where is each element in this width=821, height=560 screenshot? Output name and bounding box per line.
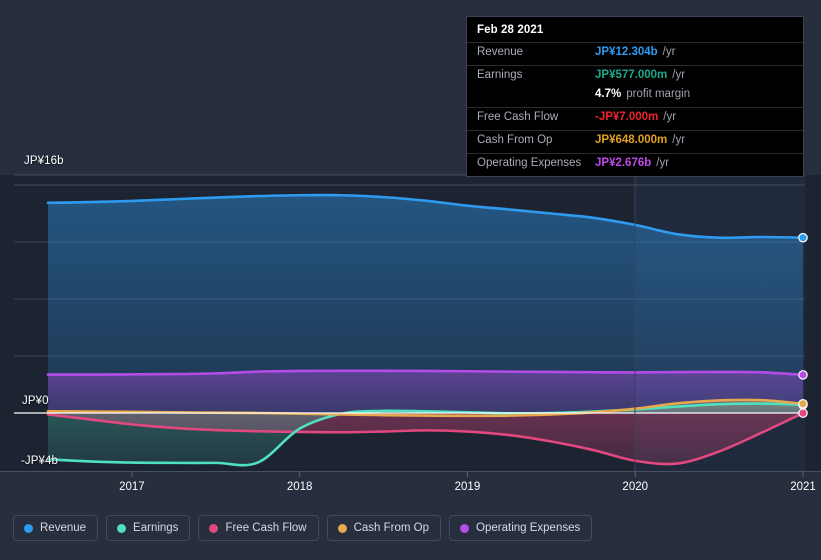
legend-item-label: Operating Expenses — [476, 522, 581, 534]
x-axis-tick-label: 2021 — [790, 481, 816, 493]
y-axis-label-zero: JP¥0 — [22, 395, 49, 407]
tooltip-row-label: Earnings — [477, 69, 523, 81]
series-endpoint-marker — [798, 232, 808, 243]
legend-color-dot-icon — [337, 523, 347, 533]
tooltip-rows: Revenue JP¥12.304b/yr Earnings JP¥577.000m /… — [467, 42, 803, 176]
x-axis-tick-label: 2018 — [286, 481, 313, 493]
legend-item-operating-expenses[interactable]: Operating Expenses — [449, 515, 593, 541]
legend-color-dot-icon — [117, 523, 127, 533]
tooltip-title: Feb 28 2021 — [477, 24, 544, 36]
tooltip-row-value: JP¥12.304b/yr — [595, 46, 676, 58]
y-axis-label-top: JP¥16b — [24, 155, 64, 167]
series-endpoint-marker — [798, 370, 808, 380]
tooltip-row-unit: /yr — [663, 111, 677, 123]
series-endpoint-marker — [798, 408, 808, 418]
x-axis-labels: 2017 2018 2019 2020 2021 — [0, 481, 821, 497]
legend-item-revenue[interactable]: Revenue — [13, 515, 99, 541]
legend-color-dot-icon — [24, 523, 33, 533]
legend-color-dot-icon — [209, 523, 219, 533]
legend-item-cash-from-op[interactable]: Cash From Op — [326, 515, 442, 541]
chart-screen: JP¥16b JP¥0 -JP¥4b 2017 2018 2019 2020 2021 … — [0, 0, 821, 560]
tooltip-row-label: Cash From Op — [477, 134, 553, 146]
legend-item-label: Revenue — [40, 522, 87, 534]
tooltip-row-label: Revenue — [477, 46, 524, 58]
legend-color-dot-icon — [460, 523, 470, 533]
tooltip-row: Revenue JP¥12.304b/yr — [467, 42, 803, 65]
tooltip-row-unit: /yr — [656, 157, 670, 169]
tooltip-row: 4.7% profit margin — [467, 88, 803, 107]
tooltip-row: Earnings JP¥577.000m/yr — [467, 65, 803, 88]
legend-item-label: Cash From Op — [353, 522, 430, 534]
tooltip-row-value: JP¥2.676b/yr — [595, 157, 670, 169]
tooltip-row-label: Operating Expenses — [477, 157, 582, 169]
legend-item-free-cash-flow[interactable]: Free Cash Flow — [198, 515, 319, 541]
x-axis-tick-label: 2020 — [622, 481, 649, 493]
data-tooltip: Feb 28 2021 Revenue JP¥12.304b/yr Earnings… — [466, 16, 804, 177]
legend-item-label: Earnings — [133, 522, 179, 534]
legend-item-label: Free Cash Flow — [225, 522, 307, 534]
chart-legend[interactable]: Revenue Earnings Free Cash Flow Cash From O… — [13, 515, 593, 541]
tooltip-row: Free Cash Flow -JP¥7.000m/yr — [467, 107, 803, 130]
x-axis-tick-label: 2019 — [454, 481, 481, 493]
tooltip-row-unit: /yr — [672, 134, 686, 146]
tooltip-row-value: JP¥648.000m/yr — [595, 134, 686, 146]
y-axis-label-bottom: -JP¥4b — [21, 455, 59, 467]
tooltip-row-value: 4.7% profit margin — [595, 88, 691, 100]
tooltip-row-unit: /yr — [672, 69, 686, 81]
series-endpoint-marker — [798, 398, 808, 409]
tooltip-row-value: -JP¥7.000m/yr — [595, 111, 677, 123]
tooltip-row-label: Free Cash Flow — [477, 111, 559, 123]
tooltip-row-unit: /yr — [662, 46, 676, 58]
tooltip-row: Cash From Op JP¥648.000m/yr — [467, 130, 803, 153]
legend-item-earnings[interactable]: Earnings — [106, 515, 191, 541]
tooltip-row: Operating Expenses JP¥2.676b/yr — [467, 153, 803, 176]
tooltip-row-value: JP¥577.000m/yr — [595, 69, 686, 81]
x-axis-tick-label: 2017 — [119, 481, 145, 493]
tooltip-row-unit: profit margin — [626, 88, 691, 100]
